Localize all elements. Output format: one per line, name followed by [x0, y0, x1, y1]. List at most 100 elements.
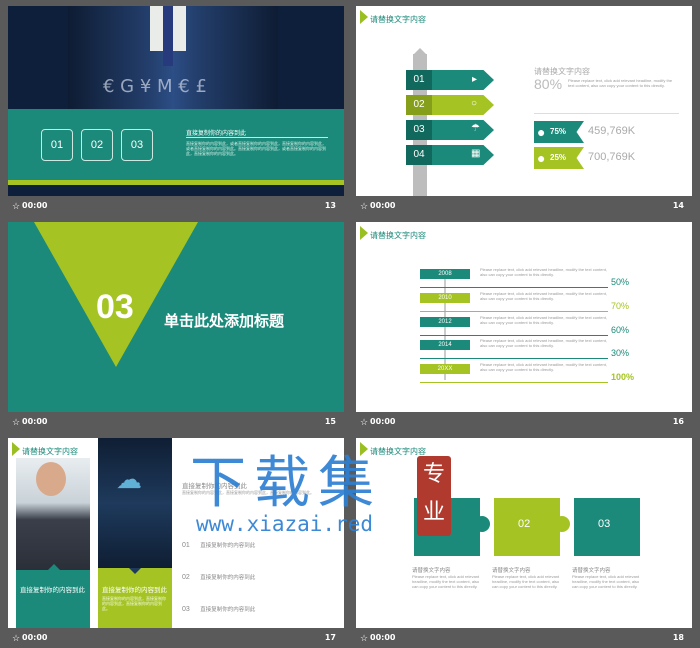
puzzle-knob-2: [554, 516, 570, 532]
slide-15-footer: ☆ 00:00 15: [8, 412, 344, 432]
year-tag-5: 20XX: [420, 364, 470, 374]
slide-time: 00:00: [370, 633, 396, 642]
pct-label-4: 30%: [611, 348, 630, 358]
thumb-slide-15[interactable]: 03 单击此处添加标题 ☆ 00:00 15: [8, 222, 344, 432]
year-tag-4: 2014: [420, 340, 470, 350]
number-box-3: 03: [121, 129, 153, 161]
tie: [163, 6, 173, 66]
percent-label-2: 25%: [550, 153, 567, 162]
section-title: 单击此处添加标题: [164, 313, 285, 330]
star-icon[interactable]: ☆: [360, 417, 368, 428]
slide-number: 18: [672, 633, 684, 642]
row-line-2: [420, 311, 608, 312]
slide-time: 00:00: [22, 633, 48, 642]
puzzle-label-2: 02: [518, 518, 531, 530]
slide-number: 14: [672, 201, 684, 210]
row-line-3: [420, 335, 608, 336]
caption-box-1: [16, 570, 90, 628]
thumb-slide-18[interactable]: 请替换文字内容 01 02 03 请替换文字内容 Please replace …: [356, 438, 692, 648]
thumb-slide-16[interactable]: 请替换文字内容 2008 2010 2012 2014 20XX Please …: [356, 222, 692, 432]
cloud-icon: ☁: [116, 464, 142, 494]
tag-icon: ▸: [472, 74, 478, 85]
businessman-head: [36, 462, 66, 496]
slide-13: € G ¥ M € £ 01 02 03 直接复制你的内容到此 直接复制你的内容…: [8, 6, 344, 196]
row-body-3: Please replace text, click add relevant …: [480, 315, 607, 325]
caption-title: 请替换文字内容: [492, 568, 531, 574]
row-body-5: Please replace text, click add relevant …: [480, 362, 607, 372]
slide-number: 16: [672, 417, 684, 426]
row-body-4: Please replace text, click add relevant …: [480, 338, 607, 348]
slide-14-footer: ☆ 00:00 14: [356, 196, 692, 216]
number-box-2: 02: [81, 129, 113, 161]
watermark-title: 下载集: [190, 451, 382, 516]
slide-time: 00:00: [22, 417, 48, 426]
item-number: 01: [182, 542, 190, 549]
puzzle-label-3: 03: [598, 518, 611, 530]
item-text: 直接复制你的内容到此: [200, 607, 256, 613]
slide-time: 00:00: [370, 201, 396, 210]
row-line-5: [420, 382, 608, 383]
item-text: 直接复制你的内容到此: [200, 543, 256, 549]
slide-number: 17: [324, 633, 336, 642]
list-item-2: 02 直接复制你的内容到此: [182, 566, 332, 584]
caption-title-2: 直接复制你的内容到此: [102, 587, 167, 594]
star-icon[interactable]: ☆: [12, 417, 20, 428]
slide-14: 请替换文字内容 01 02 03 04 ▸ ○ ☂ ▦ 请替换文字内容 80% …: [356, 6, 692, 196]
tag-number-2: 02: [406, 95, 432, 115]
star-icon[interactable]: ☆: [12, 633, 20, 644]
cloud-photo: [98, 438, 172, 568]
stat-body: Please replace text, click add relevant …: [568, 78, 673, 88]
slide-18-footer: ☆ 00:00 18: [356, 628, 692, 648]
star-icon[interactable]: ☆: [360, 201, 368, 212]
row-body-2: Please replace text, click add relevant …: [480, 291, 607, 301]
slide-18: 请替换文字内容 01 02 03 请替换文字内容 Please replace …: [356, 438, 692, 628]
row-line-4: [420, 358, 608, 359]
title-rule: [186, 137, 328, 138]
item-number: 03: [182, 606, 190, 613]
currency-glyphs: € G ¥ M € £: [103, 76, 207, 97]
year-tag-3: 2012: [420, 317, 470, 327]
caption-title: 请替换文字内容: [572, 568, 611, 574]
slide-time: 00:00: [22, 201, 48, 210]
thumb-slide-14[interactable]: 请替换文字内容 01 02 03 04 ▸ ○ ☂ ▦ 请替换文字内容 80% …: [356, 6, 692, 216]
item-text: 直接复制你的内容到此: [200, 575, 256, 581]
row-body-1: Please replace text, click add relevant …: [480, 267, 607, 277]
tag-number-3: 03: [406, 120, 432, 140]
row-line-1: [420, 287, 608, 288]
thumb-slide-13[interactable]: € G ¥ M € £ 01 02 03 直接复制你的内容到此 直接复制你的内容…: [8, 6, 344, 216]
slide-number: 13: [324, 201, 336, 210]
header-triangle-icon: [360, 226, 368, 240]
caption-body: Please replace text, click add relevant …: [492, 574, 560, 589]
stat-percent: 80%: [534, 76, 563, 92]
percent-value-1: 459,769K: [588, 125, 636, 137]
caption-notch-1: [48, 564, 60, 570]
slide-15: 03 单击此处添加标题: [8, 222, 344, 412]
calendar-icon: ▦: [471, 148, 481, 159]
umbrella-icon: ☂: [471, 123, 480, 134]
percent-value-2: 700,769K: [588, 151, 636, 163]
chat-icon: ○: [471, 98, 478, 109]
puzzle-knob-1: [474, 516, 490, 532]
slide-header: 请替换文字内容: [22, 447, 78, 456]
person-icon-1: ●: [537, 124, 546, 140]
caption-notch-2: [129, 568, 141, 574]
item-number: 02: [182, 574, 190, 581]
slide-16-footer: ☆ 00:00 16: [356, 412, 692, 432]
section-number: 03: [96, 288, 134, 326]
header-triangle-icon: [12, 442, 20, 456]
slide-13-footer: ☆ 00:00 13: [8, 196, 344, 216]
slide-17-footer: ☆ 00:00 17: [8, 628, 344, 648]
pct-label-2: 70%: [611, 301, 630, 311]
list-item-1: 01 直接复制你的内容到此: [182, 534, 332, 552]
pct-label-5: 100%: [611, 372, 635, 382]
list-item-3: 03 直接复制你的内容到此: [182, 598, 332, 616]
puzzle-caption-1: 请替换文字内容 Please replace text, click add r…: [412, 566, 482, 589]
star-icon[interactable]: ☆: [12, 201, 20, 212]
caption-title: 请替换文字内容: [412, 568, 451, 574]
puzzle-caption-3: 请替换文字内容 Please replace text, click add r…: [572, 566, 642, 589]
pct-label-3: 60%: [611, 325, 630, 335]
star-icon[interactable]: ☆: [360, 633, 368, 644]
lime-stripe: [8, 180, 344, 185]
stat-rule: [534, 113, 679, 114]
slide-header: 请替换文字内容: [370, 15, 426, 24]
